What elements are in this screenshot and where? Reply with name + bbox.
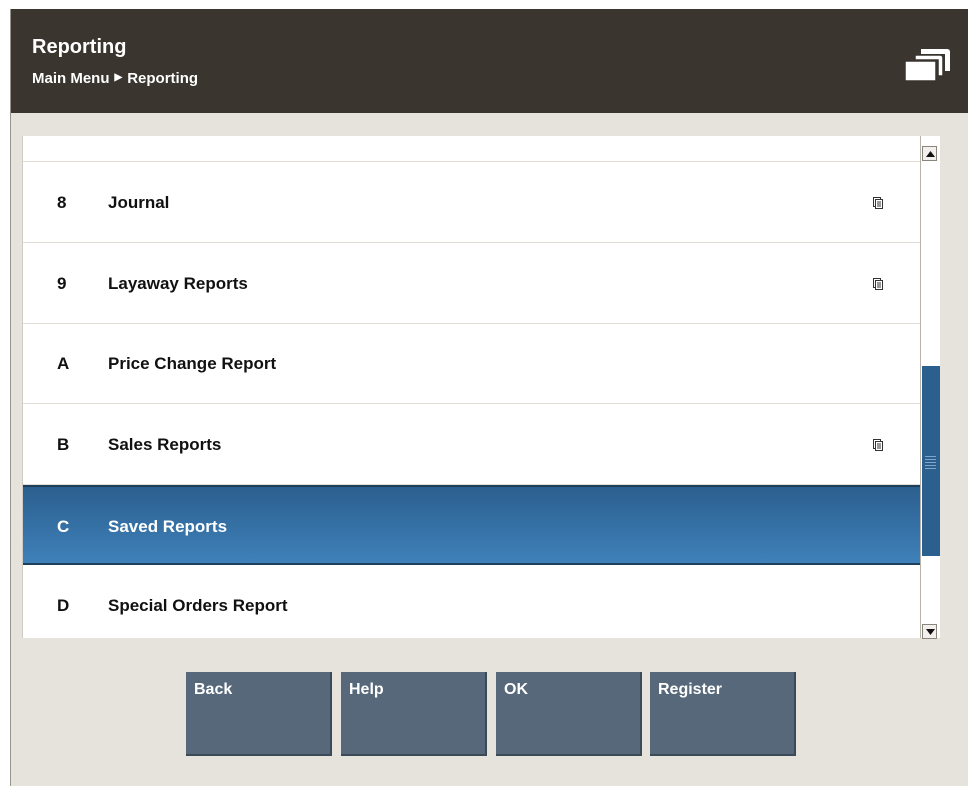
menu-item-label: Saved Reports	[108, 517, 228, 536]
scroll-thumb[interactable]	[922, 366, 940, 556]
menu-item-key: A	[57, 354, 70, 373]
menu-item-key: B	[57, 435, 70, 454]
breadcrumb: Main Menu ▶ Reporting	[32, 70, 198, 87]
menu-item-price-change-report[interactable]: A Price Change Report	[23, 324, 921, 404]
register-button[interactable]: Register	[650, 672, 796, 756]
list-scrollbar[interactable]	[920, 136, 940, 639]
breadcrumb-item-reporting: Reporting	[127, 70, 199, 87]
menu-item-special-orders-report[interactable]: D Special Orders Report	[23, 566, 921, 638]
submenu-document-icon	[873, 197, 883, 209]
breadcrumb-item-main-menu[interactable]: Main Menu	[32, 70, 110, 87]
arrow-down-icon	[926, 629, 935, 635]
menu-item-saved-reports[interactable]: C Saved Reports	[23, 485, 921, 565]
scroll-up-button[interactable]	[922, 146, 937, 161]
menu-item-label: Journal	[108, 193, 170, 212]
menu-item-layaway-reports[interactable]: 9 Layaway Reports	[23, 244, 921, 324]
page-title: Reporting	[32, 36, 127, 58]
help-button[interactable]: Help	[341, 672, 487, 756]
scroll-down-button[interactable]	[922, 624, 937, 639]
menu-item-label: Sales Reports	[108, 435, 222, 454]
reporting-menu-list: 8 Journal 9 Layaway Reports A Price Chan…	[22, 136, 921, 638]
breadcrumb-arrow-icon: ▶	[114, 72, 123, 83]
stacked-pages-icon	[904, 49, 950, 82]
menu-item-key: 9	[57, 274, 67, 293]
menu-item-key: 8	[57, 193, 67, 212]
menu-item-key: D	[57, 596, 70, 615]
menu-item-label: Price Change Report	[108, 354, 277, 373]
submenu-document-icon	[873, 278, 883, 290]
menu-item-label: Special Orders Report	[108, 596, 288, 615]
header-bar: Reporting Main Menu ▶ Reporting	[11, 9, 968, 113]
submenu-document-icon	[873, 439, 883, 451]
ok-button[interactable]: OK	[496, 672, 642, 756]
back-button[interactable]: Back	[186, 672, 332, 756]
list-item-partial[interactable]	[23, 136, 921, 162]
menu-item-journal[interactable]: 8 Journal	[23, 163, 921, 243]
menu-item-sales-reports[interactable]: B Sales Reports	[23, 405, 921, 485]
menu-item-label: Layaway Reports	[108, 274, 248, 293]
menu-item-key: C	[57, 517, 70, 536]
arrow-up-icon	[926, 151, 935, 157]
